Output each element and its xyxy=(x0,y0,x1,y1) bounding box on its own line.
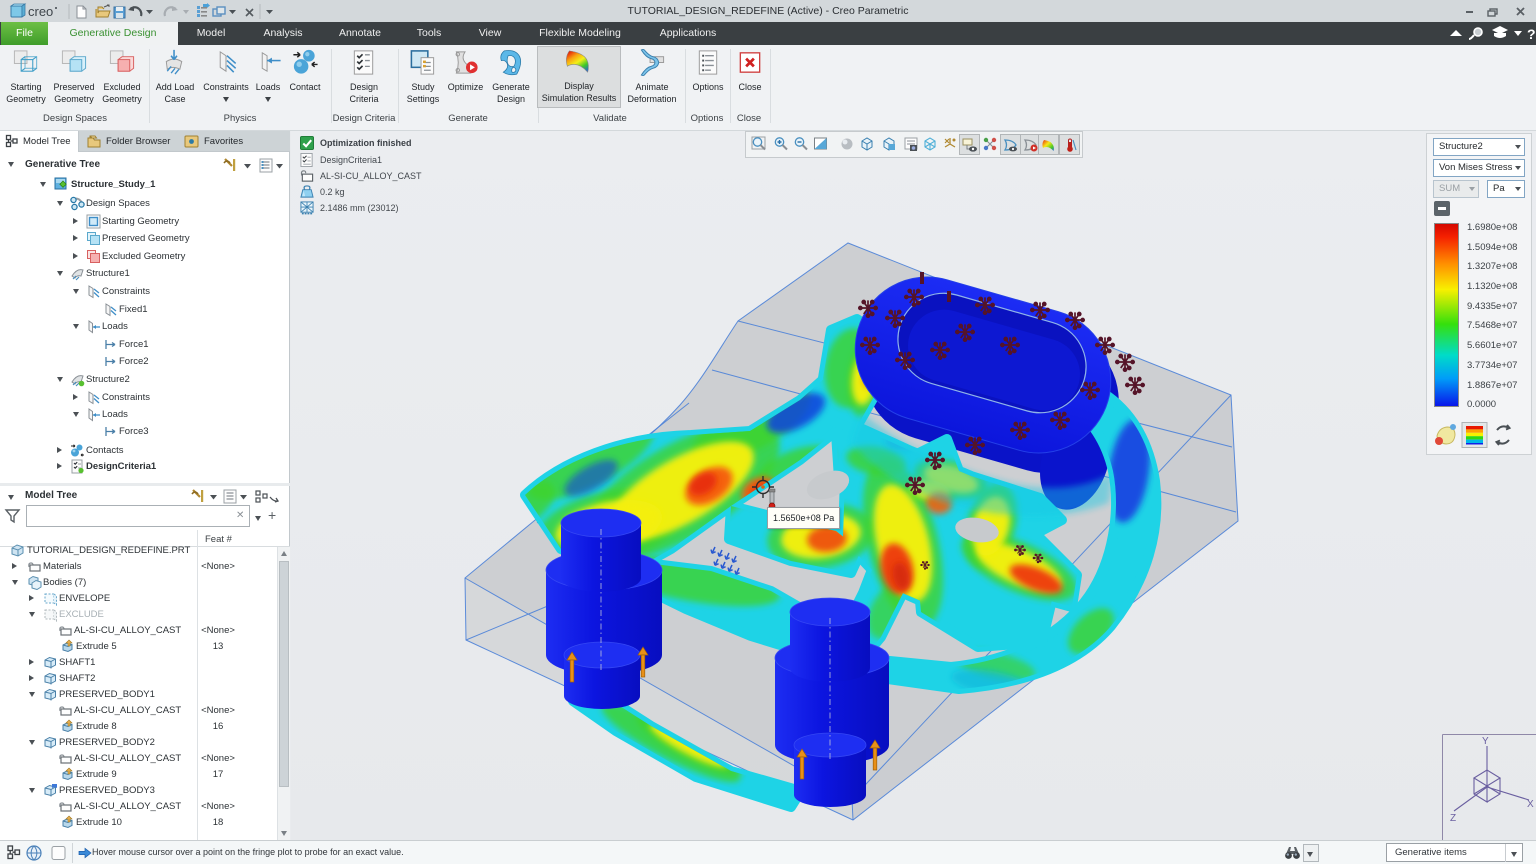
svg-text:Z: Z xyxy=(1450,813,1456,824)
svg-text:X: X xyxy=(1527,799,1534,810)
svg-text:Y: Y xyxy=(1482,736,1489,747)
svg-text:creo: creo xyxy=(28,4,53,19)
svg-text:?: ? xyxy=(1527,26,1536,42)
